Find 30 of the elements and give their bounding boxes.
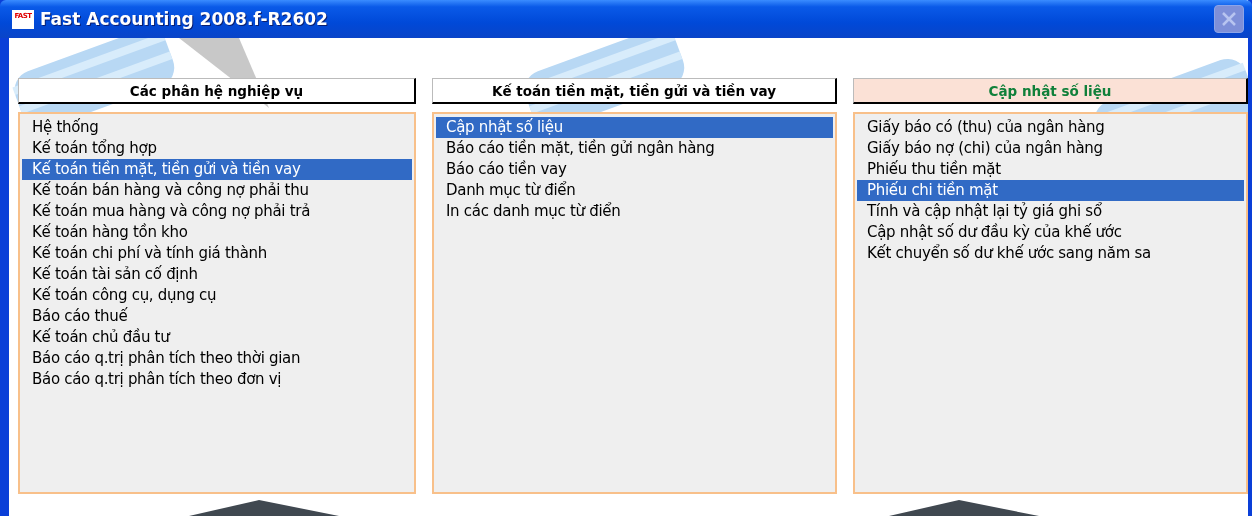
menu-item[interactable]: Báo cáo tiền mặt, tiền gửi ngân hàng bbox=[436, 138, 833, 159]
menu-item[interactable]: Danh mục từ điển bbox=[436, 180, 833, 201]
panel-header: Kế toán tiền mặt, tiền gửi và tiền vay bbox=[432, 78, 837, 104]
menu-item[interactable]: Kế toán công cụ, dụng cụ bbox=[22, 285, 412, 306]
menu-item[interactable]: Kết chuyển số dư khế ước sang năm sa bbox=[857, 243, 1244, 264]
panel-header: Cập nhật số liệu bbox=[853, 78, 1248, 104]
menu-item[interactable]: Kế toán tổng hợp bbox=[22, 138, 412, 159]
panel-header: Các phân hệ nghiệp vụ bbox=[18, 78, 416, 104]
menu-item[interactable]: Phiếu thu tiền mặt bbox=[857, 159, 1244, 180]
menu-item[interactable]: Giấy báo có (thu) của ngân hàng bbox=[857, 117, 1244, 138]
menu-item[interactable]: Cập nhật số liệu bbox=[436, 117, 833, 138]
menu-item[interactable]: Kế toán bán hàng và công nợ phải thu bbox=[22, 180, 412, 201]
menu-item[interactable]: Tính và cập nhật lại tỷ giá ghi sổ bbox=[857, 201, 1244, 222]
menu-item[interactable]: Kế toán tài sản cố định bbox=[22, 264, 412, 285]
menu-item[interactable]: Báo cáo q.trị phân tích theo thời gian bbox=[22, 348, 412, 369]
window-title: Fast Accounting 2008.f-R2602 bbox=[40, 9, 329, 29]
close-icon bbox=[1220, 10, 1238, 28]
menu-item[interactable]: In các danh mục từ điển bbox=[436, 201, 833, 222]
menu-item[interactable]: Hệ thống bbox=[22, 117, 412, 138]
menu-item[interactable]: Phiếu chi tiền mặt bbox=[857, 180, 1244, 201]
menu-item[interactable]: Báo cáo tiền vay bbox=[436, 159, 833, 180]
menu-item[interactable]: Kế toán chủ đầu tư bbox=[22, 327, 412, 348]
menu-item[interactable]: Kế toán tiền mặt, tiền gửi và tiền vay bbox=[22, 159, 412, 180]
menu-item[interactable]: Báo cáo q.trị phân tích theo đơn vị bbox=[22, 369, 412, 390]
menu-item[interactable]: Cập nhật số dư đầu kỳ của khế ước bbox=[857, 222, 1244, 243]
menu-item[interactable]: Kế toán mua hàng và công nợ phải trả bbox=[22, 201, 412, 222]
menu-item[interactable]: Kế toán hàng tồn kho bbox=[22, 222, 412, 243]
menu-item[interactable]: Kế toán chi phí và tính giá thành bbox=[22, 243, 412, 264]
menu-item[interactable]: Báo cáo thuế bbox=[22, 306, 412, 327]
menu-item[interactable]: Giấy báo nợ (chi) của ngân hàng bbox=[857, 138, 1244, 159]
